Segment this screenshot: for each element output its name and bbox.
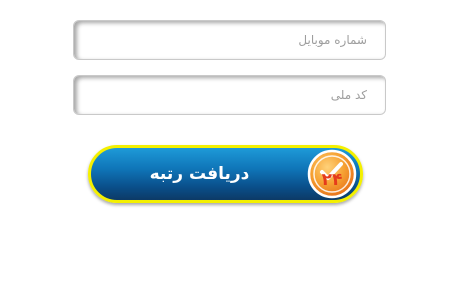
clock-check-icon: ۲۴	[306, 148, 358, 200]
national-id-input[interactable]	[73, 75, 386, 115]
mobile-number-input[interactable]	[73, 20, 386, 60]
credit-rating-button-label: دریافت رتبه اعتباری	[149, 164, 250, 236]
get-credit-rating-button[interactable]: دریافت رتبه اعتباری ۲۴	[88, 145, 363, 236]
badge-number: ۲۴	[322, 170, 343, 190]
